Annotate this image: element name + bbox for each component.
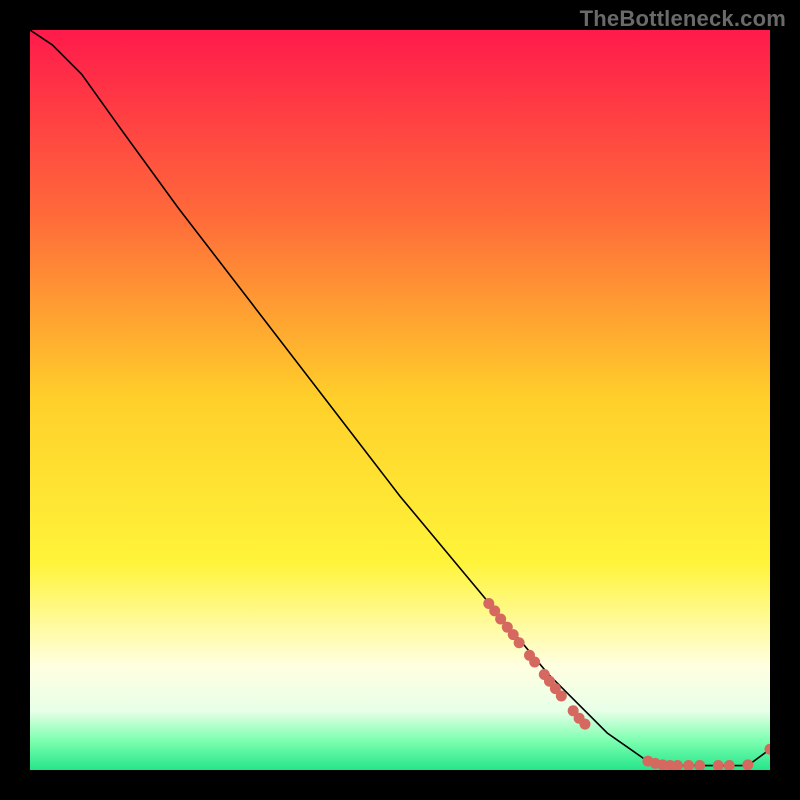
data-point xyxy=(742,759,753,770)
attribution-text: TheBottleneck.com xyxy=(580,6,786,32)
data-point xyxy=(556,691,567,702)
data-point xyxy=(529,656,540,667)
data-point xyxy=(514,637,525,648)
data-point xyxy=(580,719,591,730)
chart-stage: TheBottleneck.com xyxy=(0,0,800,800)
plot-svg xyxy=(30,30,770,770)
plot-area xyxy=(30,30,770,770)
gradient-rect xyxy=(30,30,770,770)
